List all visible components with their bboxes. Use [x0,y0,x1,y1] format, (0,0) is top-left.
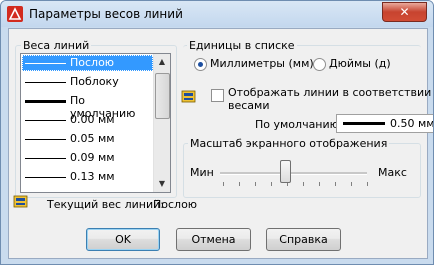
weights-legend: Веса линий [21,39,92,52]
default-weight-combo[interactable]: 0.50 мм ▼ [336,114,434,133]
scroll-thumb[interactable] [155,73,170,119]
weight-item-label: 0.09 мм [70,151,115,164]
slider-tick [239,182,240,186]
cancel-button[interactable]: Отмена [176,228,251,251]
scroll-down-icon[interactable]: ▼ [154,176,170,192]
weights-scrollbar[interactable]: ▲ ▼ [153,54,170,192]
close-button[interactable]: ✕ [382,2,427,22]
weight-item-label: 0.05 мм [70,132,115,145]
default-weight-value: 0.50 мм [390,117,434,130]
dialog-window: Параметры весов линий ✕ Веса линий Посло… [0,0,434,265]
weight-list-item[interactable]: Послою [22,55,153,71]
current-weight-label: Текущий вес линий: [47,198,164,211]
ok-button[interactable]: OK [86,228,160,251]
dialog-body: Веса линий Послою Поблоку По умолчанию 0.00… [8,28,433,259]
weight-item-label: Поблоку [70,75,119,88]
scroll-up-icon[interactable]: ▲ [154,54,170,70]
weight-sample-line [343,122,385,125]
weights-listbox[interactable]: Послою Поблоку По умолчанию 0.00 мм 0.05 мм 0… [20,53,171,193]
weight-sample-line [25,177,66,178]
autocad-app-icon [7,6,23,22]
weight-sample-line [25,120,66,121]
weight-item-label: Послою [70,56,115,69]
display-lineweight-label-2[interactable]: весами [228,99,270,112]
weight-sample-line [25,158,66,159]
current-weight-icon [13,195,28,208]
help-button[interactable]: Справка [266,228,341,251]
weight-list-item[interactable]: 0.13 мм [22,169,153,185]
inches-label[interactable]: Дюймы (д) [329,57,391,70]
weight-list-item[interactable]: 0.05 мм [22,131,153,147]
weight-list-item[interactable]: Поблоку [22,74,153,90]
slider-tick [335,182,336,186]
weight-sample-line [25,100,66,103]
lineweight-icon [181,90,196,103]
inches-radio[interactable] [313,58,326,71]
scale-max-label: Макс [378,166,407,179]
slider-tick [367,182,368,186]
window-title: Параметры весов линий [29,7,183,21]
default-label: По умолчанию [255,118,339,131]
weight-list-item[interactable]: 0.00 мм [22,112,153,128]
millimeters-radio[interactable] [194,58,207,71]
units-legend: Единицы в списке [187,39,297,52]
weight-sample-line [25,82,66,83]
scale-legend: Масштаб экранного отображения [188,137,390,150]
slider-tick [319,182,320,186]
current-weight-value: Послою [153,198,198,211]
slider-tick [351,182,352,186]
slider-tick [255,182,256,186]
weight-sample-line [25,63,66,64]
weight-list-item[interactable]: 0.09 мм [22,150,153,166]
slider-tick [271,182,272,186]
slider-tick [303,182,304,186]
display-lineweight-checkbox[interactable] [211,89,224,102]
weight-list-item[interactable]: По умолчанию [22,93,153,120]
display-lineweight-label-1[interactable]: Отображать линии в соответствии с [228,86,433,99]
scale-slider-track[interactable] [220,172,367,175]
weight-item-label: 0.13 мм [70,170,115,183]
weight-item-label: 0.00 мм [70,113,115,126]
title-bar: Параметры весов линий ✕ [1,1,433,27]
slider-tick [223,182,224,186]
scale-slider-thumb[interactable] [280,160,291,183]
weight-sample-line [25,139,66,140]
scale-min-label: Мин [190,166,214,179]
millimeters-label[interactable]: Миллиметры (мм) [210,57,314,70]
